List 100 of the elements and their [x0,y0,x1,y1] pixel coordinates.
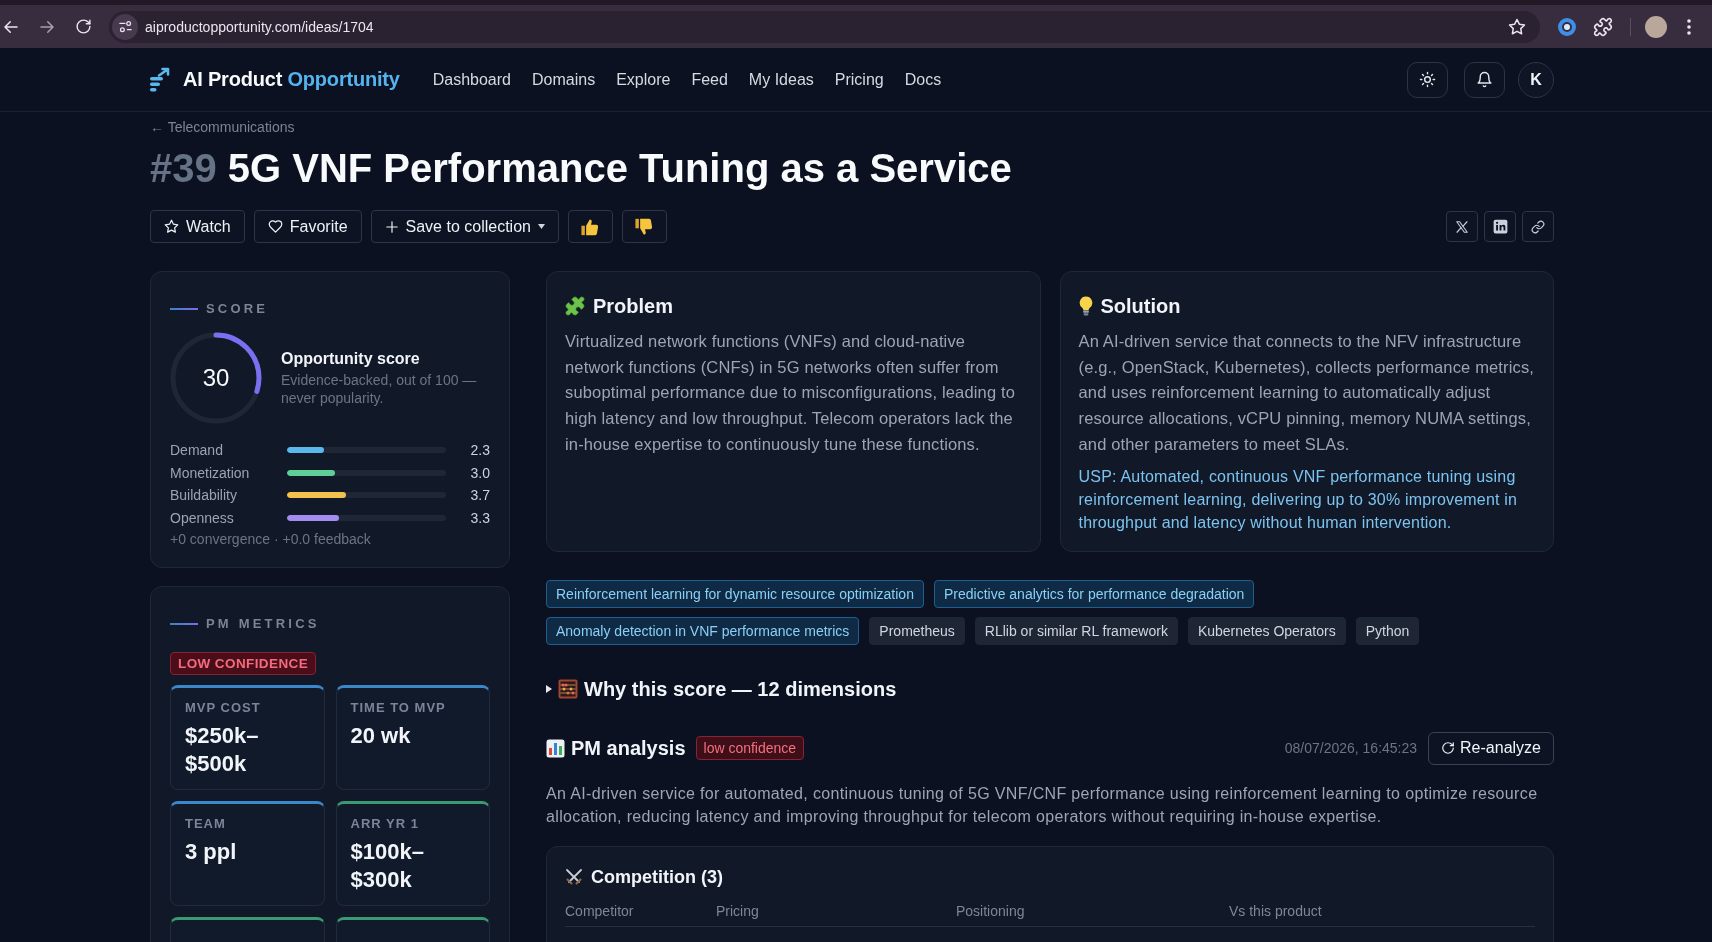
confidence-badge: low confidence [695,736,805,760]
metric-value: 3 ppl [185,838,238,867]
section-label: PM METRICS [206,616,320,632]
section-title: PM analysis [571,736,686,761]
metric-value: $250k–$500k [185,722,260,779]
column-header: Competitor [565,901,635,920]
logo-icon [150,67,170,92]
metric-value: 20 wk [350,722,412,751]
nav-link[interactable]: Feed [691,70,728,89]
circular-logo-icon [1557,16,1577,37]
copy-link-button[interactable] [1522,211,1554,242]
bar-chart-icon [546,738,565,758]
dimension-label: Monetization [170,464,251,481]
section-title[interactable]: Why this score — 12 dimensions [584,674,897,703]
watch-button[interactable]: Watch [150,210,245,243]
solution-text: An AI-driven service that connects to the NFV infrastructure (e.g., OpenStack, Kubernetes), collects performance metrics, and uses reinforcement learning to automatically adjust resource allocations, vCPU pinning, memory NUMA settings, and other parameters to meet SLAs. [1078,331,1535,455]
collection-button[interactable]: Save to collection [370,210,559,243]
metric-value: $100k–$300k [350,838,425,895]
user-avatar-button[interactable]: K [1518,61,1554,98]
heart-icon [267,219,283,234]
plus-icon [384,219,399,234]
extension-button[interactable] [1557,16,1577,37]
thumbs-up-icon [581,217,600,236]
refresh-icon [1441,741,1456,755]
problem-text: Virtualized network functions (VNFs) and cloud-native network functions (CNFs) in 5G networks often suffer from suboptimal performance due to misconfigurations, leading to high latency and low throughput. Telecom operators lack the in-house expertise to continuously tune these functions. [565,331,1016,455]
re-analyze-button[interactable]: Re-analyze [1428,731,1554,765]
tech-tag: Python [1355,616,1420,645]
thumbs-down-button[interactable] [621,210,667,243]
extensions-button[interactable] [1593,16,1613,37]
profile-avatar[interactable] [1645,15,1667,38]
capability-tag: Reinforcement learning for dynamic resource optimization [546,579,924,608]
linkedin-logo-icon [1492,219,1508,234]
usp-text: USP: Automated, continuous VNF performance tuning using reinforcement learning, delivering up to 30% improvement in throughput and latency without human intervention. [1078,466,1519,533]
analysis-summary: An AI-driven service for automated, continuous tuning of 5G VNF/CNF performance using reinforcement learning to optimize resource allocation, reducing latency and improving throughput for telecom operators without requiring in-house expertise. [546,783,1539,827]
card-title: Competition (3) [591,865,723,889]
card-title: Problem [593,294,674,319]
nav-link[interactable]: Explore [616,70,671,89]
dimension-value: 3.7 [469,487,490,504]
share-button[interactable] [1446,211,1478,242]
dimension-value: 2.3 [469,442,490,459]
tech-tag: Kubernetes Operators [1187,616,1346,645]
thumbs-up-button[interactable] [567,210,613,243]
dimension-value: 3.0 [469,464,490,481]
metric-label: TEAM [185,816,227,833]
breadcrumb-link[interactable]: ← Telecommunications [150,118,295,136]
capability-tag: Predictive analytics for performance degradation [933,579,1255,608]
site-info-button[interactable] [112,13,138,40]
column-header: Positioning [956,901,1026,920]
section-label: SCORE [206,301,269,316]
timestamp: 08/07/2026, 16:45:23 [1284,740,1418,756]
settings-sliders-icon [117,19,133,34]
brand-name[interactable]: AI Product Opportunity [183,68,400,91]
notifications-button[interactable] [1464,61,1505,98]
share-button[interactable] [1484,211,1516,242]
caret-down-icon [537,224,545,229]
puzzle-icon [1593,16,1613,37]
score-footer: +0 convergence · +0.0 feedback [170,530,490,549]
lightbulb-icon [1078,296,1093,316]
score-note: Evidence-backed, out of 100 — never popularity. [281,372,478,407]
bookmark-button[interactable] [1508,17,1526,36]
puzzle-piece-icon [565,296,585,316]
reload-icon [74,18,92,35]
crossed-swords-icon [565,867,583,886]
favorite-button[interactable]: Favorite [253,210,362,243]
star-icon [164,219,179,234]
column-header: Vs this product [1229,901,1323,920]
column-header: Pricing [716,901,760,920]
idea-number: #39 [150,145,217,192]
metric-label: ARR YR 1 [350,816,420,833]
page-title: 5G VNF Performance Tuning as a Service [227,145,1012,192]
bell-icon [1476,71,1493,88]
address-bar[interactable]: aiproductopportunity.com/ideas/1704 [109,10,1540,43]
tech-tag: RLlib or similar RL framework [974,616,1178,645]
theme-toggle-button[interactable] [1407,61,1448,98]
metric-label: MVP COST [185,700,262,717]
more-menu-button[interactable] [1687,18,1691,35]
dimension-label: Buildability [170,487,238,504]
tech-tag: Prometheus [869,616,965,645]
more-menu-icon [1687,18,1691,35]
nav-link[interactable]: Dashboard [432,70,511,89]
url-text: aiproductopportunity.com/ideas/1704 [145,18,374,35]
confidence-badge: LOW CONFIDENCE [170,652,317,676]
nav-link[interactable]: My Ideas [748,70,814,89]
nav-link[interactable]: Domains [532,70,596,89]
score-label: Opportunity score [281,349,421,369]
thumbs-down-icon [635,217,654,236]
nav-link[interactable]: Docs [904,70,942,89]
dimension-label: Openness [170,510,235,527]
card-title: Solution [1100,294,1181,319]
capability-tag: Anomaly detection in VNF performance metrics [546,616,860,645]
sun-icon [1419,71,1436,88]
star-icon [1508,17,1526,36]
score-value: 30 [202,364,230,392]
nav-link[interactable]: Pricing [834,70,884,89]
link-icon [1531,219,1545,234]
dimension-label: Demand [170,442,224,459]
metric-label: TIME TO MVP [350,700,447,717]
abacus-icon [558,678,578,699]
x-logo-icon [1455,219,1469,234]
dimension-value: 3.3 [469,510,490,527]
